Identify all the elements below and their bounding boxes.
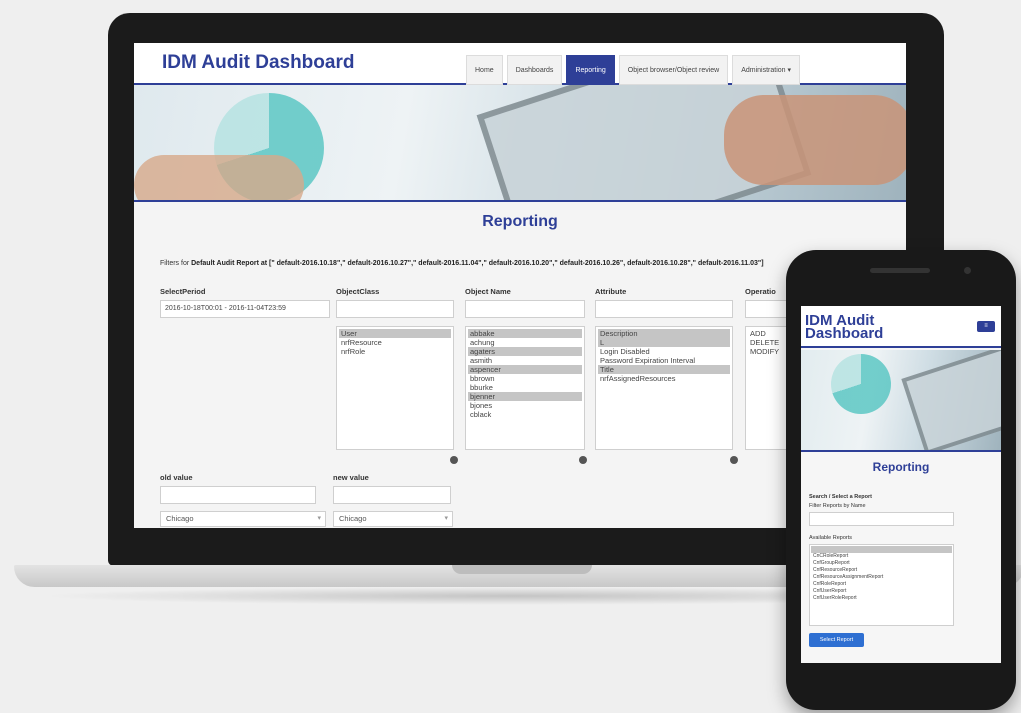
chevron-down-icon: ▾ <box>444 515 448 522</box>
mobile-search-label: Search / Select a Report <box>809 494 872 500</box>
period-input[interactable]: 2016-10-18T00:01 - 2016-11-04T23:59 <box>160 300 330 318</box>
new-value-input[interactable] <box>333 486 451 504</box>
old-value-selected: Chicago <box>166 514 194 523</box>
list-item[interactable]: nrfAssignedResources <box>598 374 730 383</box>
old-value-input[interactable] <box>160 486 316 504</box>
list-item[interactable]: cblack <box>468 410 582 419</box>
filter-periods: at [" default-2016.10.18"," default-2016… <box>258 260 764 267</box>
list-item[interactable]: Login Disabled <box>598 347 730 356</box>
remove-filter-icon[interactable] <box>579 456 587 464</box>
list-item[interactable]: nrfRole <box>339 347 451 356</box>
objectclass-list[interactable]: User nrfResource nrfRole <box>336 326 454 450</box>
mobile-app-title: IDM Audit Dashboard <box>805 312 884 342</box>
filter-report-name: Default Audit Report <box>191 260 259 267</box>
nav-administration[interactable]: Administration ▾ <box>732 55 801 85</box>
mobile-header: IDM Audit Dashboard ≡ <box>801 306 1001 348</box>
page-title: Reporting <box>482 213 558 230</box>
objectclass-search[interactable] <box>336 300 454 318</box>
list-item[interactable]: Description <box>598 329 730 338</box>
list-item[interactable]: CnfGroupReport <box>811 560 952 567</box>
objectname-search[interactable] <box>465 300 585 318</box>
phone-speaker <box>870 268 930 273</box>
new-value-label: new value <box>333 473 369 482</box>
remove-filter-icon[interactable] <box>730 456 738 464</box>
attribute-label: Attribute <box>595 287 627 296</box>
list-item[interactable]: CnfUserRoleReport <box>811 595 952 602</box>
list-item[interactable]: asmith <box>468 356 582 365</box>
new-value-filter: new value <box>333 473 451 504</box>
period-label: SelectPeriod <box>160 287 206 296</box>
list-item[interactable]: CnfRoleReport <box>811 581 952 588</box>
mobile-filter-label: Filter Reports by Name <box>809 503 866 509</box>
app-header: IDM Audit Dashboard Home Dashboards Repo… <box>134 43 906 85</box>
main-nav: Home Dashboards Reporting Object browser… <box>466 55 804 85</box>
mobile-report-list[interactable]: CnCRoleReport CnfGroupReport CnfResource… <box>809 544 954 626</box>
remove-filter-icon[interactable] <box>450 456 458 464</box>
old-value-filter: old value <box>160 473 316 504</box>
list-item[interactable]: CnfUserReport <box>811 588 952 595</box>
old-value-select[interactable]: Chicago ▾ <box>160 511 326 527</box>
old-value-label: old value <box>160 473 193 482</box>
mobile-page-title: Reporting <box>872 460 930 474</box>
list-item[interactable]: abbake <box>468 329 582 338</box>
nav-reporting[interactable]: Reporting <box>566 55 615 85</box>
objectname-filter: Object Name <box>465 287 585 318</box>
menu-icon[interactable]: ≡ <box>977 321 995 332</box>
mobile-hero-divider <box>801 450 1001 452</box>
list-item[interactable]: bburke <box>468 383 582 392</box>
list-item[interactable]: nrfResource <box>339 338 451 347</box>
list-item[interactable]: L <box>598 338 730 347</box>
device-mockup: IDM Audit Dashboard Home Dashboards Repo… <box>0 0 1021 713</box>
hero-divider <box>134 200 906 202</box>
nav-dashboards[interactable]: Dashboards <box>506 55 563 85</box>
list-item[interactable]: aspencer <box>468 365 582 374</box>
nav-home[interactable]: Home <box>466 55 503 85</box>
hero-banner <box>134 85 906 200</box>
list-item[interactable]: bjones <box>468 401 582 410</box>
list-item[interactable]: agaters <box>468 347 582 356</box>
list-item[interactable]: User <box>339 329 451 338</box>
hero-hand-image <box>134 155 304 200</box>
app-title: IDM Audit Dashboard <box>162 52 355 73</box>
list-item[interactable] <box>811 546 952 553</box>
objectclass-filter: ObjectClass <box>336 287 454 318</box>
phone-screen: IDM Audit Dashboard ≡ Reporting Search /… <box>801 306 1001 663</box>
attribute-filter: Attribute <box>595 287 733 318</box>
new-value-selected: Chicago <box>339 514 367 523</box>
attribute-list[interactable]: Description L Login Disabled Password Ex… <box>595 326 733 450</box>
objectname-label: Object Name <box>465 287 511 296</box>
filter-prefix: Filters for <box>160 260 192 267</box>
list-item[interactable]: bbrown <box>468 374 582 383</box>
select-report-button[interactable]: Select Report <box>809 633 864 647</box>
mobile-available-label: Available Reports <box>809 535 853 541</box>
mobile-report-filter-input[interactable] <box>809 512 954 526</box>
period-filter: SelectPeriod 2016-10-18T00:01 - 2016-11-… <box>160 287 330 318</box>
hero-tablet-image <box>901 350 1001 450</box>
objectclass-label: ObjectClass <box>336 287 380 296</box>
list-item[interactable]: Title <box>598 365 730 374</box>
mobile-hero-banner <box>801 350 1001 450</box>
new-value-select[interactable]: Chicago ▾ <box>333 511 453 527</box>
list-item[interactable]: CnCRoleReport <box>811 553 952 560</box>
attribute-search[interactable] <box>595 300 733 318</box>
list-item[interactable]: Password Expiration Interval <box>598 356 730 365</box>
list-item[interactable]: bjenner <box>468 392 582 401</box>
hero-pie-chart-image <box>831 354 891 414</box>
hero-hand-image-right <box>724 95 906 185</box>
list-item[interactable]: CnfResourceReport <box>811 567 952 574</box>
nav-object-browser[interactable]: Object browser/Object review <box>618 55 729 85</box>
list-item[interactable]: achung <box>468 338 582 347</box>
laptop-notch <box>452 565 592 574</box>
list-item[interactable]: CnfResourceAssignmentReport <box>811 574 952 581</box>
objectname-list[interactable]: abbake achung agaters asmith aspencer bb… <box>465 326 585 450</box>
chevron-down-icon: ▾ <box>317 515 321 522</box>
phone-camera <box>964 267 971 274</box>
